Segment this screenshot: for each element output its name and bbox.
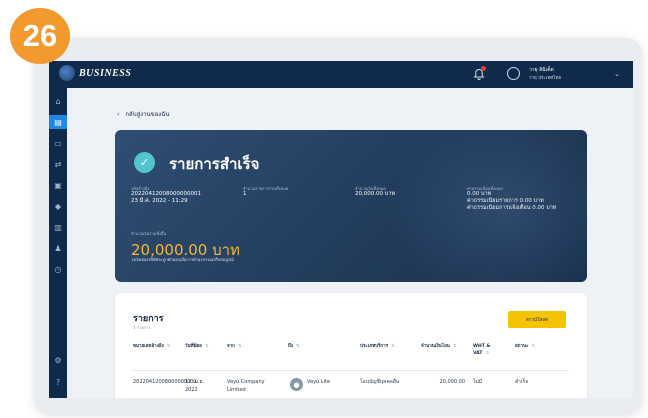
tag-icon[interactable]: ◆ [49,199,67,213]
report-icon[interactable]: ▥ [49,220,67,234]
column-header-amount[interactable]: จำนวนเงินโอน ⇅ [421,343,471,350]
transaction-summary-card: ✓ รายการสำเร็จ รหัสอ้างอิง 2022041200800… [115,130,587,282]
success-check-icon: ✓ [134,152,155,173]
chevron-left-icon: ‹ [117,110,120,118]
column-header-date[interactable]: วันที่มีผล ⇅ [185,343,217,350]
cell-service: โอนบัญชีบุคคลอื่น [360,379,400,385]
settings-icon[interactable]: ⚙ [49,353,67,367]
document-icon[interactable]: ▤ [49,115,67,129]
back-link[interactable]: ‹ กลับสู่งานของฉัน [117,109,169,119]
user-avatar-icon[interactable] [507,67,520,80]
ref-date: 23 มี.ค. 2022 - 11:29 [131,198,188,204]
recipient-avatar-icon: ● [290,378,303,391]
notification-dot [481,66,486,71]
users-icon[interactable]: ♟ [49,241,67,255]
total-label: จำนวนเงินรวมทั้งสิ้น [131,231,167,236]
user-name[interactable]: วายุ ลิมิเต็ด [529,66,554,74]
sidebar: ⌂ ▤ ▭ ⇄ ▣ ◆ ▥ ♟ ◷ ⚙ ? [49,88,67,398]
logo-text: BUSINESS [79,67,132,79]
amount-value: 20,000.00 บาท [355,191,395,197]
cell-ref[interactable]: 20220412008000000001 [133,378,197,386]
column-header-status[interactable]: สถานะ ⇅ [515,343,555,350]
clock-icon[interactable]: ◷ [49,262,67,276]
transfer-icon[interactable]: ⇄ [49,157,67,171]
cell-status: สำเร็จ [515,379,529,385]
card-icon[interactable]: ▭ [49,136,67,150]
fee-notification: ค่าธรรมเนียมการแจ้งเตือน 0.00 บาท [467,205,557,211]
cell-to: Vayu Lite [307,379,331,385]
top-bar: BUSINESS วายุ ลิมิเต็ด วายุ ประเทศไทย ⌄ [49,61,633,88]
count-value: 1 [243,191,247,197]
cell-date: 12 เม.ย. 2022 [185,379,205,393]
fee-label: ค่าธรรมเนียมทั้งหมด [467,186,503,191]
column-header-to[interactable]: ถึง ⇅ [288,343,328,350]
ref-value: 20220412008000000001 [131,191,201,197]
step-badge: 26 [10,8,70,64]
cell-from: Vayu Company Limited [227,379,265,393]
count-label: จำนวนรายการรวมทั้งหมด [243,186,289,191]
column-header-wht-vat[interactable]: WHT & VAT ⇅ [473,343,507,357]
cell-wht-vat: ไม่มี [473,379,483,385]
fee-transaction: ค่าธรรมเนียมรายการ 0.00 บาท [467,198,544,204]
wallet-icon[interactable]: ▣ [49,178,67,192]
total-note: วงเงินของบริษัทจะถูกหักออกเมื่อการทำธุรก… [131,257,234,262]
table-divider [133,370,569,371]
chevron-down-icon[interactable]: ⌄ [614,70,620,78]
column-header-from[interactable]: จาก ⇅ [227,343,267,350]
main-content: ‹ กลับสู่งานของฉัน ✓ รายการสำเร็จ รหัสอ้… [67,88,633,398]
success-title: รายการสำเร็จ [169,155,260,173]
cell-amount: 20,000.00 [439,379,465,385]
logo-globe-icon [59,65,75,81]
logo[interactable]: BUSINESS [59,65,131,81]
column-header-ref[interactable]: หมายเลขอ้างอิง ⇅ [133,343,171,350]
fee-value: 0.00 บาท [467,191,492,197]
download-button[interactable]: ดาวน์โหลด [508,311,566,328]
home-icon[interactable]: ⌂ [49,94,67,108]
panel-title: รายการ [133,314,164,324]
back-link-label: กลับสู่งานของฉัน [125,111,170,118]
column-header-service[interactable]: ประเภทบริการ ⇅ [360,343,410,350]
transaction-list-panel: รายการ 1 รายการ ดาวน์โหลด หมายเลขอ้างอิง… [115,293,587,398]
panel-count: 1 รายการ [133,325,151,330]
help-icon[interactable]: ? [49,375,67,389]
user-company: วายุ ประเทศไทย [529,76,562,81]
app-screen: BUSINESS วายุ ลิมิเต็ด วายุ ประเทศไทย ⌄ … [49,61,633,398]
